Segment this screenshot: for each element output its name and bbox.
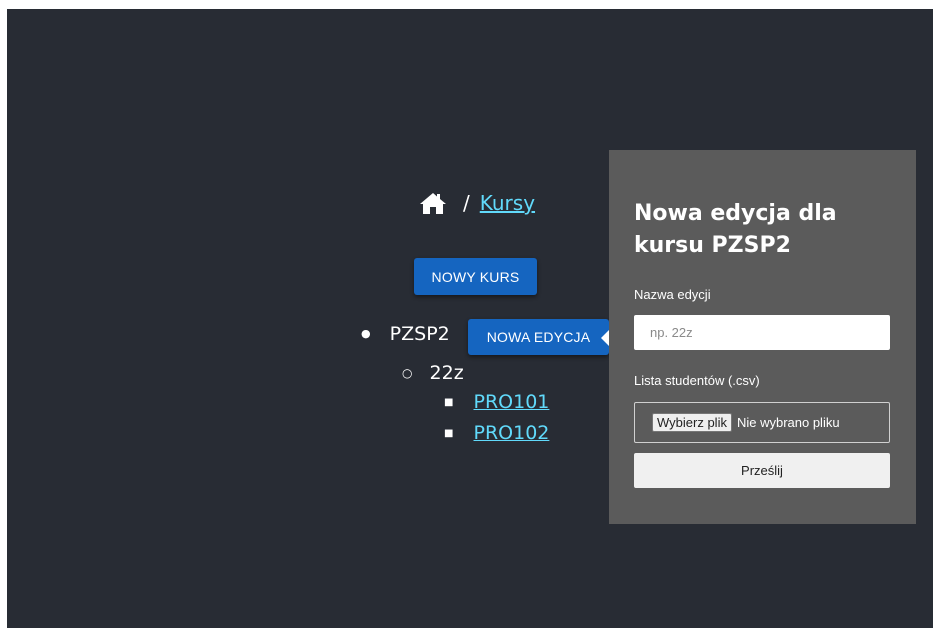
subject-link-pro102[interactable]: PRO102 (474, 422, 550, 444)
edition-name-label: Nazwa edycji (634, 287, 711, 302)
app-root: / Kursy NOWY KURS PZSP2 NOWA EDYCJA 22z … (7, 9, 933, 628)
new-edition-popover: Nowa edycja dla kursu PZSP2 Nazwa edycji… (601, 150, 916, 524)
popover-arrow (601, 330, 609, 346)
course-label: PZSP2 (389, 323, 450, 345)
home-icon[interactable] (419, 191, 447, 215)
list-item: PRO102 (444, 422, 550, 444)
list-item: PRO101 (444, 391, 550, 413)
new-edition-button[interactable]: NOWA EDYCJA (468, 319, 609, 355)
breadcrumb: / Kursy (419, 187, 535, 219)
edition-label: 22z (429, 362, 464, 384)
breadcrumb-link-kursy[interactable]: Kursy (480, 191, 535, 215)
breadcrumb-separator: / (463, 191, 470, 215)
popover-title: Nowa edycja dla kursu PZSP2 (634, 201, 837, 258)
new-course-button[interactable]: NOWY KURS (414, 258, 537, 295)
course-item: PZSP2 (361, 323, 450, 345)
student-list-label: Lista studentów (.csv) (634, 373, 760, 388)
file-input[interactable]: Wybierz plik Nie wybrano pliku (634, 402, 890, 443)
file-status: Nie wybrano pliku (736, 415, 840, 430)
submit-button[interactable]: Prześlij (634, 453, 890, 488)
choose-file-button[interactable]: Wybierz plik (652, 413, 732, 432)
subject-link-pro101[interactable]: PRO101 (474, 391, 550, 413)
edition-item: 22z (402, 362, 464, 384)
edition-name-input[interactable] (634, 315, 890, 350)
